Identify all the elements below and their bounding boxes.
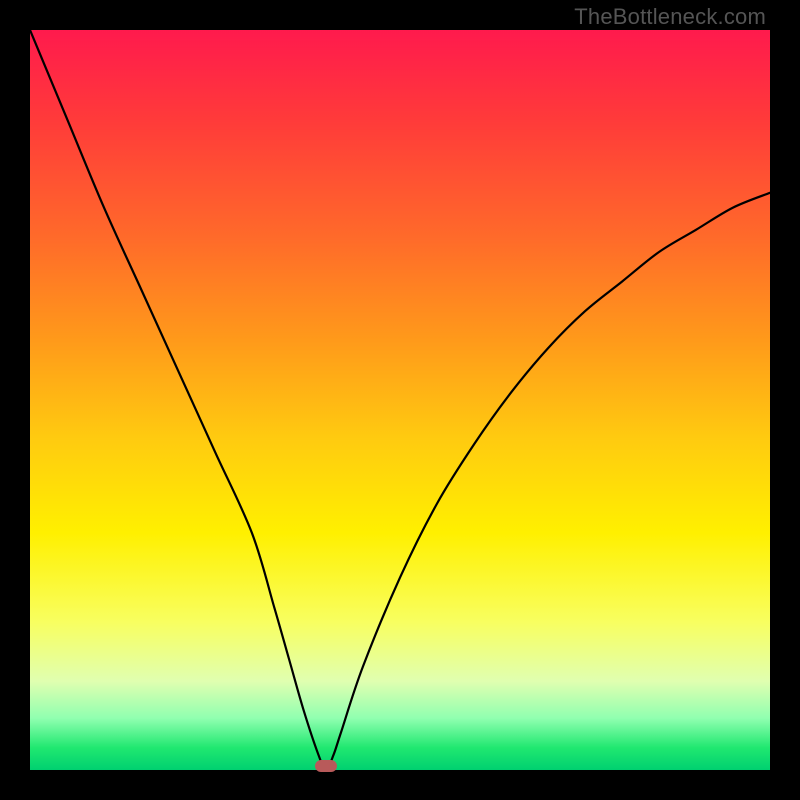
sweet-spot-marker [315, 760, 337, 772]
chart-frame: TheBottleneck.com [0, 0, 800, 800]
watermark-text: TheBottleneck.com [574, 4, 766, 30]
bottleneck-curve [30, 30, 770, 770]
plot-area [30, 30, 770, 770]
